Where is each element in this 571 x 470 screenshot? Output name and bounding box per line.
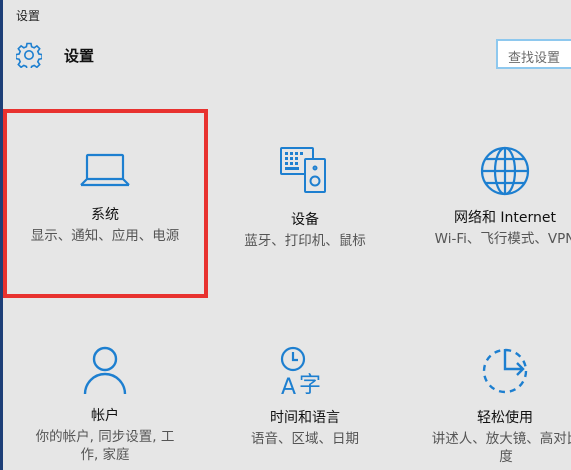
tile-accounts[interactable]: 帐户 你的帐户, 同步设置, 工作, 家庭 — [5, 345, 205, 464]
tile-time-language[interactable]: A 字 时间和语言 语音、区域、日期 — [205, 345, 405, 448]
tile-ease-of-access-name: 轻松使用 — [477, 410, 533, 426]
tile-time-language-desc: 语音、区域、日期 — [251, 431, 359, 447]
tile-time-language-name: 时间和语言 — [270, 410, 340, 426]
highlight-box — [3, 109, 208, 298]
tile-ease-of-access[interactable]: 轻松使用 讲述人、放大镜、高对比度 — [405, 345, 571, 466]
search-input[interactable]: 查找设置 — [496, 39, 571, 69]
person-icon — [83, 346, 127, 395]
tile-accounts-desc: 你的帐户, 同步设置, 工作, 家庭 — [35, 429, 175, 463]
gear-icon — [16, 42, 42, 68]
tile-devices-name: 设备 — [291, 212, 319, 228]
tile-ease-of-access-desc: 讲述人、放大镜、高对比度 — [431, 431, 571, 465]
tile-accounts-name: 帐户 — [91, 408, 119, 424]
svg-text:A: A — [281, 375, 296, 397]
tile-devices[interactable]: 设备 蓝牙、打印机、鼠标 — [205, 145, 405, 250]
window-title: 设置 — [16, 9, 41, 23]
devices-icon — [280, 147, 326, 193]
tile-devices-desc: 蓝牙、打印机、鼠标 — [244, 233, 366, 249]
page-title: 设置 — [64, 46, 95, 65]
header: 设置 — [16, 40, 94, 70]
globe-icon — [480, 146, 530, 196]
tile-network-name: 网络和 Internet — [453, 210, 557, 226]
tile-network-desc: Wi-Fi、飞行模式、VPN — [434, 231, 571, 247]
svg-text:字: 字 — [299, 373, 321, 397]
time-language-icon: A 字 — [280, 346, 321, 397]
ease-of-access-icon — [482, 348, 528, 394]
tile-network[interactable]: 网络和 Internet Wi-Fi、飞行模式、VPN — [405, 145, 571, 248]
